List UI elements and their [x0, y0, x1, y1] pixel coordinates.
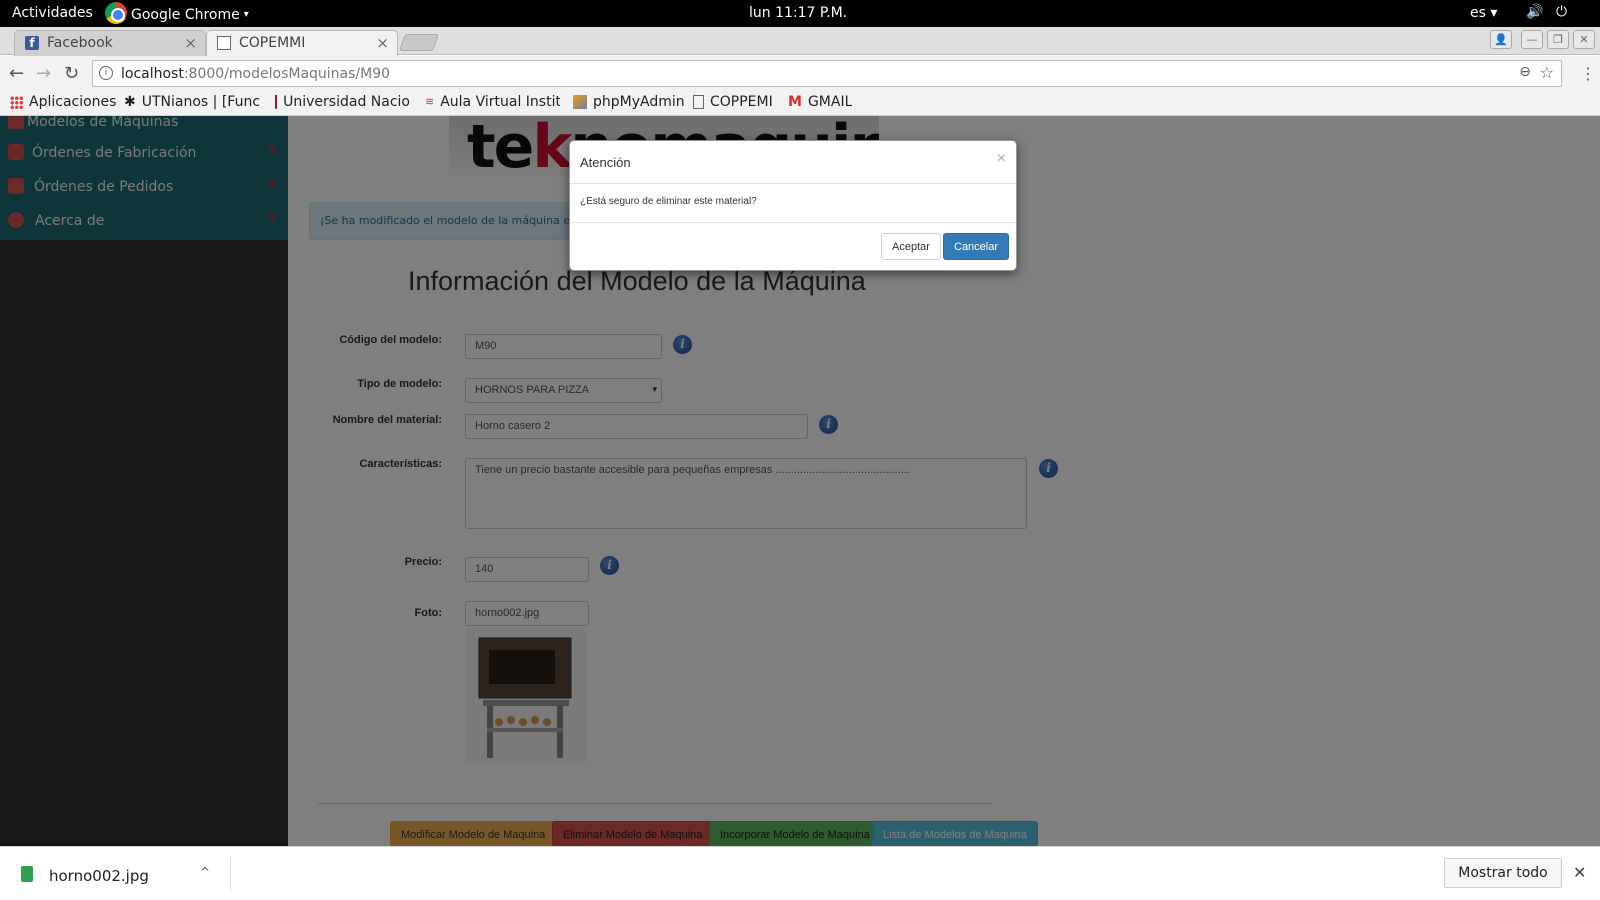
back-arrow-icon[interactable]: ← — [9, 63, 24, 84]
minimize-button[interactable]: — — [1521, 30, 1543, 49]
download-shelf: horno002.jpg ^ Mostrar todo ✕ — [0, 846, 1600, 900]
tab-strip: f Facebook × COPEMMI × 👤 — ❐ ✕ — [0, 27, 1600, 56]
new-tab-button[interactable] — [398, 34, 440, 51]
close-icon[interactable]: × — [184, 34, 197, 52]
url-text[interactable]: localhost:8000/modelosMaquinas/M90 — [121, 66, 390, 82]
bookmark-utnianos[interactable]: ✱ UTNianos | [Func — [124, 94, 260, 110]
gmail-icon: M — [788, 94, 802, 110]
url-host: localhost — [121, 66, 184, 82]
show-all-button[interactable]: Mostrar todo — [1444, 858, 1562, 888]
bookmark-star-icon[interactable]: ☆ — [1540, 63, 1554, 82]
modal-message: ¿Está seguro de eliminar este material? — [580, 196, 757, 207]
forward-arrow-icon[interactable]: → — [36, 63, 51, 84]
maximize-button[interactable]: ❐ — [1547, 30, 1569, 49]
activities-button[interactable]: Actividades — [12, 5, 93, 21]
bookmark-aula-virtual[interactable]: ≋ Aula Virtual Instit — [425, 94, 560, 110]
bookmark-label: Universidad Nacio — [283, 94, 410, 110]
bookmark-label: phpMyAdmin — [593, 94, 685, 110]
tab-copemmi[interactable]: COPEMMI × — [206, 30, 398, 56]
download-filename[interactable]: horno002.jpg — [49, 867, 149, 885]
facebook-icon: f — [25, 36, 39, 50]
page-icon — [217, 36, 231, 50]
url-path: :8000/modelosMaquinas/M90 — [183, 66, 391, 82]
clock[interactable]: lun 11:17 P.M. — [749, 5, 847, 21]
confirm-delete-modal: Atención × ¿Está seguro de eliminar este… — [569, 140, 1017, 271]
reload-icon[interactable]: ↻ — [64, 63, 79, 84]
power-icon[interactable]: ⏻ — [1556, 4, 1567, 20]
close-icon[interactable]: ✕ — [1573, 863, 1586, 882]
system-top-bar: Actividades Google Chrome ▾ lun 11:17 P.… — [0, 0, 1600, 27]
asterisk-icon: ✱ — [124, 94, 136, 110]
bookmark-coppemi[interactable]: COPPEMI — [693, 94, 773, 110]
modal-title: Atención — [580, 155, 631, 170]
language-indicator[interactable]: es ▾ — [1470, 5, 1497, 21]
image-file-icon — [21, 866, 33, 882]
app-menu[interactable]: Google Chrome ▾ — [105, 2, 249, 24]
profile-icon[interactable]: 👤 — [1490, 30, 1512, 49]
apps-grid-icon — [10, 95, 23, 109]
tab-facebook[interactable]: f Facebook × — [14, 30, 206, 56]
close-window-button[interactable]: ✕ — [1573, 30, 1595, 49]
close-icon[interactable]: × — [997, 150, 1006, 168]
bookmark-label: UTNianos | [Func — [141, 94, 260, 110]
shield-icon — [275, 95, 278, 109]
bookmark-label: GMAIL — [807, 94, 853, 110]
info-icon[interactable]: i — [99, 66, 113, 80]
phpmyadmin-icon — [573, 95, 587, 109]
tab-label: Facebook — [47, 35, 113, 51]
modal-header: Atención × — [570, 141, 1016, 184]
bookmark-label: Aplicaciones — [29, 94, 117, 110]
divider — [230, 857, 231, 891]
zoom-icon[interactable]: ⊖ — [1519, 64, 1531, 80]
bookmark-phpmyadmin[interactable]: phpMyAdmin — [573, 94, 685, 110]
close-icon[interactable]: × — [376, 34, 389, 52]
bookmarks-bar: Aplicaciones ✱ UTNianos | [Func Universi… — [0, 92, 1600, 116]
chevron-down-icon: ▾ — [243, 9, 249, 20]
accept-button[interactable]: Aceptar — [881, 233, 941, 260]
tab-label: COPEMMI — [239, 35, 306, 51]
bookmark-label: Aula Virtual Instit — [440, 94, 560, 110]
modal-footer: Aceptar Cancelar — [570, 222, 1016, 271]
page-icon — [693, 95, 704, 109]
volume-icon[interactable]: 🔊 — [1526, 4, 1543, 20]
navigation-bar: ← → ↻ i localhost:8000/modelosMaquinas/M… — [0, 56, 1600, 92]
chrome-icon — [105, 2, 127, 24]
address-bar[interactable]: i localhost:8000/modelosMaquinas/M90 ⊖ ☆ — [92, 60, 1562, 87]
bookmark-gmail[interactable]: M GMAIL — [788, 94, 852, 110]
app-name: Google Chrome — [131, 6, 240, 23]
chrome-menu-icon[interactable]: ⋮ — [1580, 64, 1596, 83]
bookmark-apps[interactable]: Aplicaciones — [10, 94, 116, 110]
bookmark-label: COPPEMI — [710, 94, 773, 110]
bookmark-universidad[interactable]: Universidad Nacio — [275, 94, 410, 110]
aula-logo-icon: ≋ — [425, 95, 435, 108]
cancel-button[interactable]: Cancelar — [943, 233, 1010, 260]
chevron-up-icon[interactable]: ^ — [200, 865, 210, 879]
